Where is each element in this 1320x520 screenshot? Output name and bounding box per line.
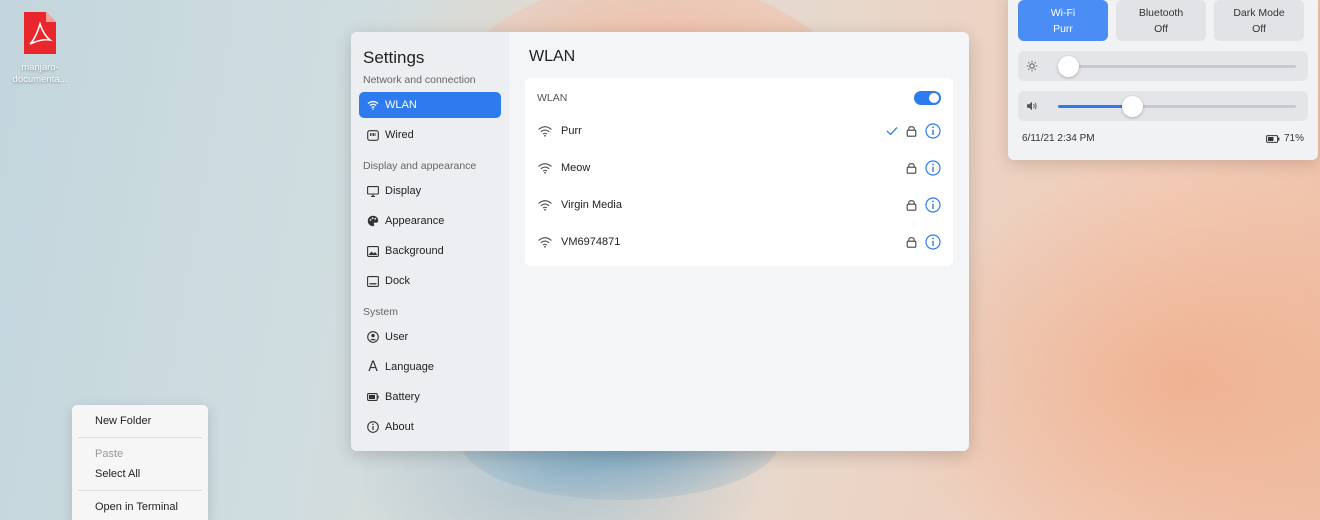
brightness-icon xyxy=(1026,60,1038,72)
settings-sidebar: Settings Network and connection WLAN Wir… xyxy=(351,32,509,451)
sidebar-item-label: Wired xyxy=(385,129,414,141)
brightness-slider[interactable] xyxy=(1018,51,1308,81)
palette-icon xyxy=(367,215,379,227)
sidebar-item-label: Appearance xyxy=(385,215,445,227)
wlan-card-label: WLAN xyxy=(537,92,568,104)
network-info-icon[interactable] xyxy=(925,159,941,176)
sidebar-item-battery[interactable]: Battery xyxy=(359,384,501,410)
wifi-icon xyxy=(367,99,379,111)
dock-icon xyxy=(367,275,379,287)
wlan-toggle[interactable] xyxy=(914,91,941,105)
wifi-signal-icon xyxy=(537,236,553,248)
slider-knob[interactable] xyxy=(1058,56,1079,77)
section-label: Network and connection xyxy=(363,74,476,86)
lock-icon xyxy=(906,162,917,174)
settings-title: Settings xyxy=(363,48,425,67)
desktop-file-manjaro-documentation[interactable]: manjaro- documenta... xyxy=(8,10,72,86)
menu-item-new-folder[interactable]: New Folder xyxy=(72,409,208,433)
datetime-label: 6/11/21 2:34 PM xyxy=(1022,133,1095,144)
sidebar-item-user[interactable]: User xyxy=(359,324,501,350)
sidebar-item-language[interactable]: A Language xyxy=(359,354,501,380)
network-row[interactable]: Meow xyxy=(537,149,941,186)
battery-status: 71% xyxy=(1266,133,1304,144)
battery-icon xyxy=(367,391,379,403)
network-info-icon[interactable] xyxy=(925,233,941,250)
slider-track xyxy=(1058,56,1296,77)
network-name: Meow xyxy=(561,161,591,174)
menu-item-paste: Paste xyxy=(95,448,124,460)
sidebar-item-label: Background xyxy=(385,245,444,257)
page-title: WLAN xyxy=(529,48,576,65)
sidebar-item-label: Display xyxy=(385,185,422,197)
settings-window: Settings Network and connection WLAN Wir… xyxy=(351,32,969,451)
dark-mode-tile[interactable]: Dark Mode Off xyxy=(1214,0,1304,41)
volume-slider[interactable] xyxy=(1018,91,1308,121)
desktop-file-label: manjaro- documenta... xyxy=(12,62,68,85)
tile-title: Bluetooth xyxy=(1138,6,1184,19)
user-icon xyxy=(367,331,379,343)
tile-title: Dark Mode xyxy=(1233,6,1285,19)
section-label: Display and appearance xyxy=(363,160,477,172)
lock-icon xyxy=(906,125,917,137)
bluetooth-tile[interactable]: Bluetooth Off xyxy=(1116,0,1206,41)
tile-state: Purr xyxy=(1053,22,1073,35)
network-row[interactable]: VM6974871 xyxy=(537,223,941,260)
wifi-signal-icon xyxy=(537,199,553,211)
info-icon xyxy=(367,421,379,433)
lock-icon xyxy=(906,236,917,248)
sidebar-item-wlan[interactable]: WLAN xyxy=(359,92,501,118)
network-name: Purr xyxy=(561,124,582,137)
monitor-icon xyxy=(367,185,379,197)
sidebar-item-label: Dock xyxy=(385,275,411,287)
image-icon xyxy=(367,245,379,257)
wlan-card: WLAN Purr Meow Virgin Media VM6974871 xyxy=(525,78,953,266)
quick-settings-panel: Wi-Fi Purr Bluetooth Off Dark Mode Off 6… xyxy=(1008,0,1318,160)
menu-item-select-all[interactable]: Select All xyxy=(72,462,208,486)
network-row[interactable]: Virgin Media xyxy=(537,186,941,223)
menu-separator xyxy=(78,437,202,438)
lock-icon xyxy=(906,199,917,211)
section-label: System xyxy=(363,306,399,318)
network-info-icon[interactable] xyxy=(925,122,941,139)
language-icon: A xyxy=(368,359,378,375)
tile-state: Off xyxy=(1154,22,1168,35)
wifi-signal-icon xyxy=(537,125,553,137)
network-name: VM6974871 xyxy=(561,235,621,248)
wifi-signal-icon xyxy=(537,162,553,174)
volume-icon xyxy=(1027,101,1037,111)
sidebar-item-label: Language xyxy=(385,361,434,373)
network-info-icon[interactable] xyxy=(925,196,941,213)
settings-main: WLAN WLAN Purr Meow Virgin Media VM6974871 xyxy=(509,32,969,451)
network-name: Virgin Media xyxy=(561,198,622,211)
menu-separator xyxy=(78,490,202,491)
slider-track xyxy=(1058,96,1296,117)
sidebar-item-about[interactable]: About xyxy=(359,414,501,440)
sidebar-item-wired[interactable]: Wired xyxy=(359,122,501,148)
sidebar-item-display[interactable]: Display xyxy=(359,178,501,204)
battery-percent: 71% xyxy=(1283,133,1304,144)
sidebar-item-background[interactable]: Background xyxy=(359,238,501,264)
check-icon xyxy=(886,126,898,136)
slider-knob[interactable] xyxy=(1121,96,1143,117)
pdf-file-icon xyxy=(22,10,58,56)
sidebar-item-dock[interactable]: Dock xyxy=(359,268,501,294)
sidebar-item-label: User xyxy=(385,331,409,343)
sidebar-item-label: Battery xyxy=(385,391,420,403)
ethernet-icon xyxy=(367,129,379,141)
tile-title: Wi-Fi xyxy=(1050,6,1076,19)
sidebar-item-label: WLAN xyxy=(385,99,417,111)
slider-fill xyxy=(1058,105,1132,108)
menu-item-open-terminal[interactable]: Open in Terminal xyxy=(72,495,208,519)
sidebar-item-appearance[interactable]: Appearance xyxy=(359,208,501,234)
tile-state: Off xyxy=(1252,22,1266,35)
network-row[interactable]: Purr xyxy=(537,112,941,149)
wifi-tile[interactable]: Wi-Fi Purr xyxy=(1018,0,1108,41)
sidebar-item-label: About xyxy=(385,421,414,433)
battery-icon xyxy=(1266,134,1280,143)
desktop-context-menu: New Folder Paste Select All Open in Term… xyxy=(72,405,208,520)
